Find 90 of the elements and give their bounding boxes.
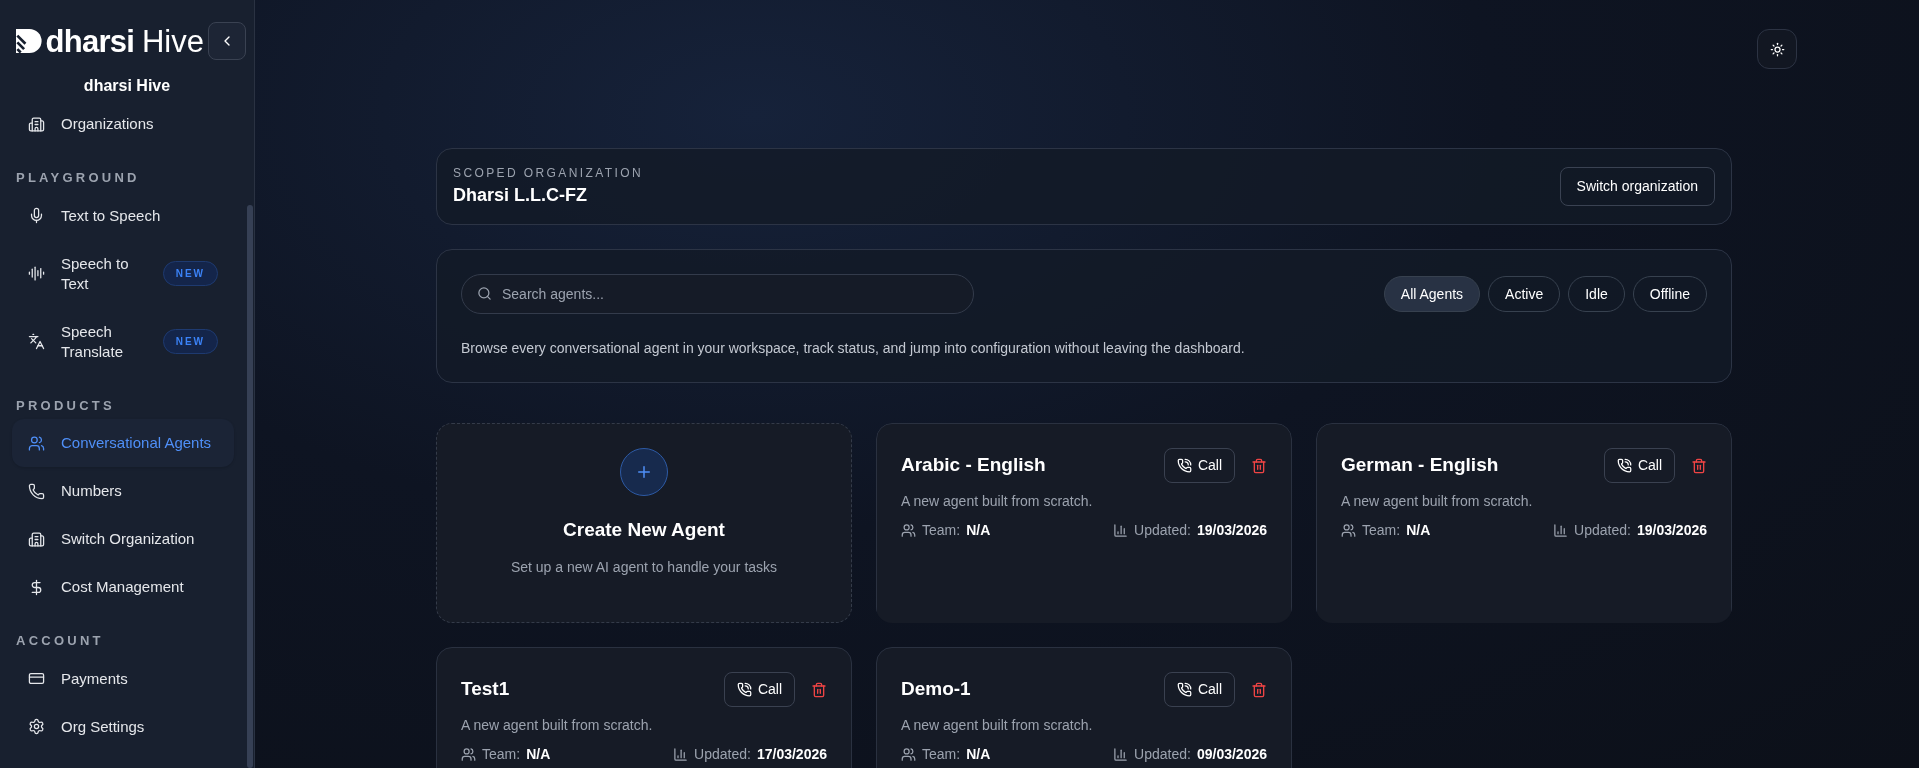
team-label: Team: (482, 745, 521, 764)
create-agent-card[interactable]: Create New Agent Set up a new AI agent to handle your tasks (436, 423, 852, 623)
call-button[interactable]: Call (1163, 672, 1235, 707)
bar-chart-icon (673, 747, 689, 762)
delete-icon[interactable] (1251, 457, 1267, 474)
sidebar-item[interactable]: Numbers (12, 467, 234, 515)
agent-name: Arabic - English (901, 453, 1047, 478)
users-icon (901, 747, 916, 762)
agent-description: A new agent built from scratch. (901, 716, 1094, 735)
bar-chart-icon (1113, 523, 1129, 538)
agent-description: A new agent built from scratch. (901, 492, 1094, 511)
delete-icon[interactable] (1691, 457, 1707, 474)
plus-icon (635, 463, 653, 481)
agent-name: Test1 (461, 677, 511, 702)
call-button[interactable]: Call (1163, 448, 1235, 483)
call-button[interactable]: Call (1603, 448, 1675, 483)
sidebar-item[interactable]: Conversational Agents (12, 419, 234, 467)
sidebar-item[interactable]: Switch Organization (12, 515, 234, 563)
phone-icon (1176, 682, 1192, 697)
bar-chart-icon (1113, 747, 1129, 762)
filter-tab[interactable]: All Agents (1383, 276, 1481, 312)
create-agent-subtitle: Set up a new AI agent to handle your tasks (510, 557, 778, 577)
phone-icon (1176, 458, 1192, 473)
phone-icon (28, 482, 45, 500)
agent-card[interactable]: Test1 Call A new agent built from scratch. Team: N/A Updated: 17/03/2026 (436, 647, 852, 768)
phone-icon (1616, 458, 1632, 473)
team-label: Team: (922, 521, 961, 540)
settings-icon (28, 718, 45, 735)
building-icon (28, 530, 45, 548)
team-label: Team: (922, 745, 961, 764)
logo-brand: dharsi (45, 25, 134, 57)
delete-icon[interactable] (811, 681, 827, 698)
agent-card[interactable]: Arabic - English Call A new agent built from scratch. Team: N/A Updated: 19/03/2026 (876, 423, 1292, 623)
sun-icon (1769, 41, 1785, 57)
phone-icon (736, 682, 752, 697)
updated-date: 19/03/2026 (1196, 521, 1267, 540)
description-text: Browse every conversational agent in your workspace, track status, and jump into configuration without leaving the dashboard. (461, 339, 1246, 358)
updated-label: Updated: (1134, 745, 1191, 764)
translate-icon (28, 333, 45, 350)
create-agent-title: Create New Agent (563, 518, 725, 542)
sidebar-item[interactable]: Cost Management (12, 563, 234, 611)
call-button[interactable]: Call (723, 672, 795, 707)
org-name: Dharsi L.L.C-FZ (453, 184, 588, 207)
sidebar-item[interactable]: Org Settings (12, 702, 234, 751)
agent-name: Demo-1 (901, 677, 972, 702)
updated-label: Updated: (1574, 521, 1631, 540)
audio-wave-icon (28, 265, 45, 282)
credit-card-icon (28, 670, 45, 687)
logo-product: Hive (142, 25, 204, 57)
scoped-org-label: SCOPED ORGANIZATION (453, 165, 645, 182)
microphone-icon (28, 207, 45, 224)
team-value: N/A (526, 745, 551, 764)
updated-label: Updated: (694, 745, 751, 764)
team-value: N/A (966, 745, 991, 764)
app-name: dharsi Hive (82, 76, 172, 96)
switch-organization-button[interactable]: Switch organization (1559, 167, 1715, 206)
updated-label: Updated: (1134, 521, 1191, 540)
users-icon (1341, 523, 1356, 538)
plus-button[interactable] (620, 448, 668, 496)
search-icon (477, 286, 492, 301)
sidebar-item[interactable]: Payments (12, 654, 234, 703)
new-badge: NEW (162, 329, 218, 354)
sidebar-item[interactable]: Organizations (12, 100, 234, 148)
team-value: N/A (1406, 521, 1431, 540)
section-heading: ACCOUNT (15, 632, 105, 650)
agent-description: A new agent built from scratch. (1341, 492, 1534, 511)
agent-name: German - English (1341, 453, 1500, 478)
sidebar-item[interactable]: Text to Speech (12, 191, 234, 240)
updated-date: 09/03/2026 (1196, 745, 1267, 764)
sidebar-item[interactable]: Speech to Text NEW (12, 239, 234, 308)
updated-date: 17/03/2026 (756, 745, 827, 764)
search-field[interactable]: Search agents... (461, 274, 974, 314)
section-heading: PRODUCTS (15, 396, 116, 415)
users-icon (461, 747, 476, 762)
agent-description: A new agent built from scratch. (461, 716, 654, 735)
updated-date: 19/03/2026 (1636, 521, 1707, 540)
theme-toggle-button[interactable] (1757, 29, 1797, 69)
section-heading: PLAYGROUND (15, 169, 141, 187)
bar-chart-icon (1553, 523, 1569, 538)
scrollbar-thumb[interactable] (247, 205, 253, 768)
team-label: Team: (1362, 521, 1401, 540)
new-badge: NEW (162, 261, 218, 286)
team-value: N/A (966, 521, 991, 540)
delete-icon[interactable] (1251, 681, 1267, 698)
agent-card[interactable]: Demo-1 Call A new agent built from scratch. Team: N/A Updated: 09/03/2026 (876, 647, 1292, 768)
building-icon (28, 115, 45, 133)
users-icon (28, 434, 45, 452)
sidebar-item[interactable]: Speech Translate NEW (12, 307, 234, 376)
users-icon (901, 523, 916, 538)
agent-card[interactable]: German - English Call A new agent built from scratch. Team: N/A Updated: 19/03/2026 (1316, 423, 1732, 623)
